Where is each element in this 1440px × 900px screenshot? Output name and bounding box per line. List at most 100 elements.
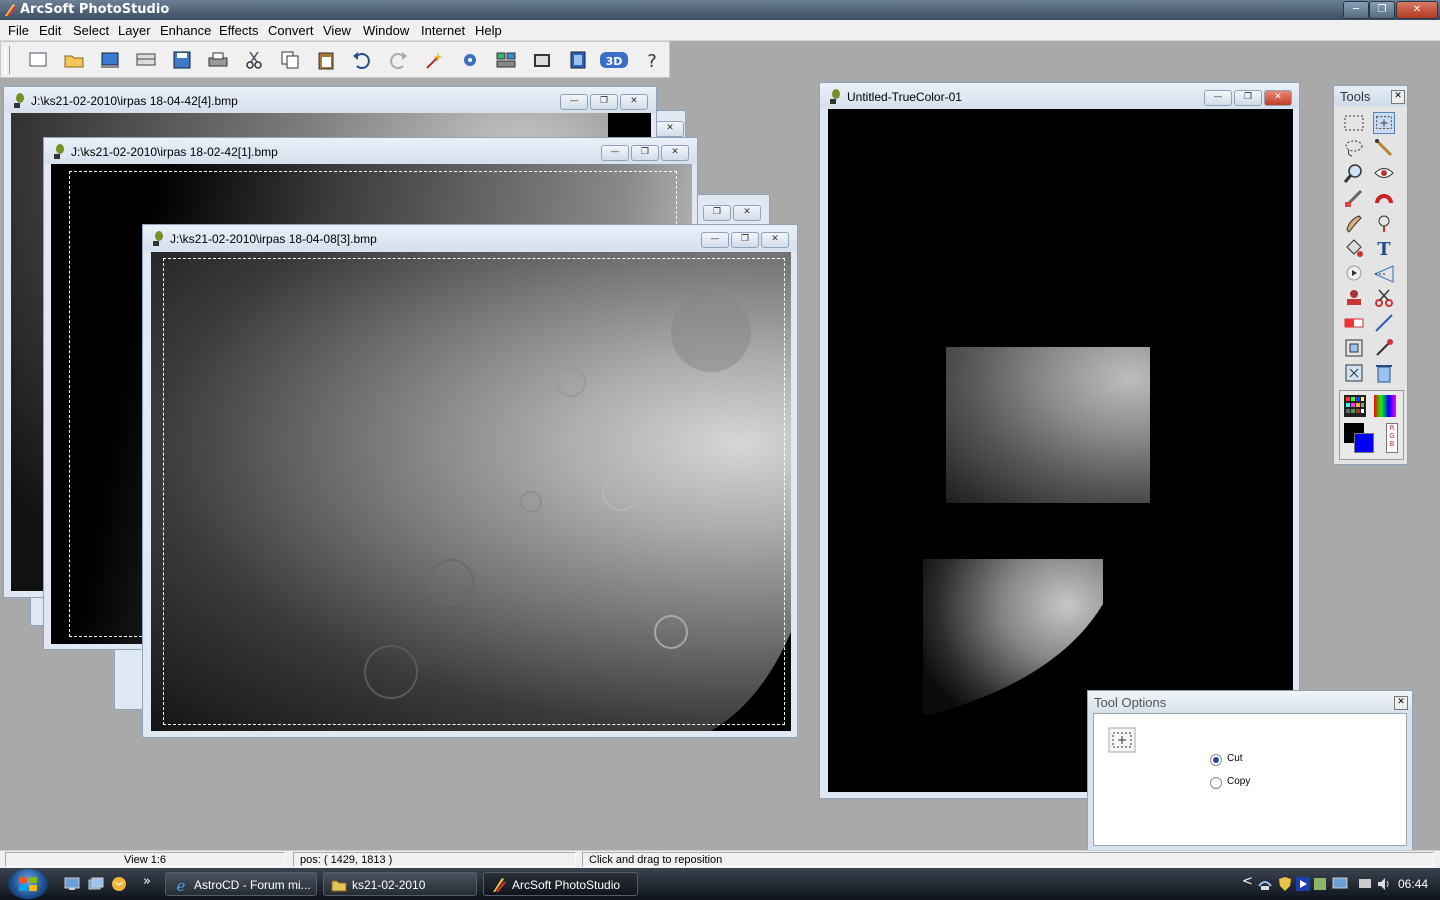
restore-button[interactable]: ❐ bbox=[590, 94, 618, 110]
doc-window-title-bar[interactable]: J:\ks21-02-2010\irpas 18-02-42[1].bmp — … bbox=[44, 138, 697, 164]
stamp-icon[interactable] bbox=[1343, 287, 1365, 309]
doc-window-title-bar[interactable]: J:\ks21-02-2010\irpas 18-04-08[3].bmp — … bbox=[143, 225, 797, 251]
toolbar-grip[interactable] bbox=[5, 46, 10, 74]
copy-icon[interactable] bbox=[279, 50, 301, 70]
close-button[interactable]: ✕ bbox=[761, 232, 789, 248]
magnet-icon[interactable] bbox=[1373, 187, 1395, 209]
transform-icon[interactable] bbox=[1343, 337, 1365, 359]
background-color-swatch[interactable] bbox=[1354, 433, 1374, 453]
minimize-button[interactable]: — bbox=[601, 145, 629, 161]
rect-select-icon[interactable] bbox=[1343, 112, 1365, 134]
menu-internet[interactable]: Internet bbox=[421, 23, 465, 38]
restore-button[interactable]: ❐ bbox=[703, 205, 731, 221]
scissors-icon[interactable] bbox=[1373, 287, 1395, 309]
line-icon[interactable] bbox=[1373, 312, 1395, 334]
red-eye-icon[interactable] bbox=[1373, 162, 1395, 184]
remove-red-eye-icon[interactable] bbox=[459, 50, 481, 70]
menu-file[interactable]: File bbox=[8, 23, 29, 38]
bucket-icon[interactable] bbox=[1343, 237, 1365, 259]
close-button[interactable]: ✕ bbox=[656, 121, 684, 137]
wand-pen-icon[interactable] bbox=[1373, 137, 1395, 159]
help-icon[interactable]: ? bbox=[641, 50, 663, 70]
close-button[interactable]: ✕ bbox=[733, 205, 761, 221]
doc-window-3[interactable]: J:\ks21-02-2010\irpas 18-04-08[3].bmp — … bbox=[142, 224, 798, 738]
compare-icon[interactable] bbox=[495, 50, 517, 70]
show-desktop-icon[interactable] bbox=[64, 877, 80, 891]
trash-icon[interactable] bbox=[1373, 362, 1395, 384]
pasted-moon-layer-2[interactable] bbox=[908, 559, 1108, 719]
3d-icon[interactable]: 3D bbox=[599, 50, 629, 70]
new-file-icon[interactable] bbox=[27, 50, 49, 70]
brush-icon[interactable] bbox=[1343, 187, 1365, 209]
pasted-moon-layer-1[interactable] bbox=[946, 347, 1150, 503]
gradient-icon[interactable] bbox=[1373, 262, 1395, 284]
shape-icon[interactable] bbox=[1343, 262, 1365, 284]
color-grid-icon[interactable] bbox=[1344, 395, 1366, 417]
switch-windows-icon[interactable] bbox=[88, 877, 104, 891]
menu-select[interactable]: Select bbox=[73, 23, 109, 38]
eraser-icon[interactable] bbox=[1343, 312, 1365, 334]
minimize-button[interactable]: — bbox=[560, 94, 588, 110]
tray-chevron[interactable]: < bbox=[1242, 874, 1253, 889]
move-select-icon[interactable] bbox=[1373, 112, 1395, 134]
lasso-icon[interactable] bbox=[1343, 137, 1365, 159]
cut-radio[interactable] bbox=[1210, 754, 1222, 766]
rgb-mode-button[interactable]: RGB bbox=[1386, 423, 1398, 453]
print-icon[interactable] bbox=[207, 50, 229, 70]
selection-marquee[interactable] bbox=[163, 258, 785, 725]
menu-layer[interactable]: Layer bbox=[118, 23, 151, 38]
restore-button[interactable]: ❐ bbox=[1369, 1, 1395, 19]
menu-edit[interactable]: Edit bbox=[39, 23, 61, 38]
tools-panel-header[interactable]: Tools ✕ bbox=[1334, 86, 1407, 106]
text-icon[interactable]: T bbox=[1373, 237, 1395, 259]
save-icon[interactable] bbox=[171, 50, 193, 70]
crop-icon[interactable] bbox=[1343, 362, 1365, 384]
menu-convert[interactable]: Convert bbox=[268, 23, 314, 38]
tray-monitor-icon[interactable] bbox=[1332, 876, 1348, 892]
media-player-icon[interactable] bbox=[1296, 876, 1310, 892]
undo-icon[interactable] bbox=[351, 50, 373, 70]
close-button[interactable]: ✕ bbox=[661, 145, 689, 161]
doc-window-title-bar[interactable]: Untitled-TrueColor-01 — ❐ ✕ bbox=[820, 83, 1299, 109]
open-folder-icon[interactable] bbox=[63, 50, 85, 70]
tray-app-icon[interactable] bbox=[1313, 876, 1327, 892]
menu-help[interactable]: Help bbox=[475, 23, 502, 38]
menu-window[interactable]: Window bbox=[363, 23, 409, 38]
color-spectrum-icon[interactable] bbox=[1374, 395, 1396, 417]
task-button-folder[interactable]: ks21-02-2010 bbox=[323, 872, 477, 896]
restore-button[interactable]: ❐ bbox=[631, 145, 659, 161]
paste-icon[interactable] bbox=[315, 50, 337, 70]
copy-radio[interactable] bbox=[1210, 777, 1222, 789]
calendar-icon[interactable] bbox=[567, 50, 589, 70]
task-button-browser[interactable]: e AstroCD - Forum mi... bbox=[165, 872, 317, 896]
network-icon[interactable] bbox=[1258, 877, 1272, 891]
close-button[interactable]: ✕ bbox=[620, 94, 648, 110]
shield-icon[interactable] bbox=[1278, 876, 1292, 892]
cut-icon[interactable] bbox=[243, 50, 265, 70]
close-icon[interactable]: ✕ bbox=[1394, 696, 1408, 710]
scan-icon[interactable] bbox=[135, 50, 157, 70]
restore-button[interactable]: ❐ bbox=[731, 232, 759, 248]
quick-launch-chevron[interactable]: » bbox=[143, 874, 151, 889]
restore-button[interactable]: ❐ bbox=[1234, 90, 1262, 106]
redo-icon[interactable] bbox=[387, 50, 409, 70]
smudge-icon[interactable] bbox=[1343, 212, 1365, 234]
task-button-photostudio[interactable]: ArcSoft PhotoStudio bbox=[483, 872, 638, 896]
zoom-icon[interactable] bbox=[1343, 162, 1365, 184]
clock[interactable]: 06:44 bbox=[1398, 877, 1428, 891]
menu-effects[interactable]: Effects bbox=[219, 23, 259, 38]
magic-wand-icon[interactable] bbox=[423, 50, 445, 70]
minimize-button[interactable]: — bbox=[701, 232, 729, 248]
acquire-icon[interactable] bbox=[99, 50, 121, 70]
minimize-button[interactable]: ─ bbox=[1343, 1, 1369, 19]
close-button[interactable]: ✕ bbox=[1264, 90, 1292, 106]
email-icon[interactable] bbox=[111, 876, 127, 892]
slideshow-icon[interactable] bbox=[531, 50, 553, 70]
start-button[interactable] bbox=[8, 869, 48, 899]
close-icon[interactable]: ✕ bbox=[1391, 90, 1405, 104]
menu-enhance[interactable]: Enhance bbox=[160, 23, 211, 38]
close-button[interactable]: ✕ bbox=[1396, 1, 1438, 19]
doc-window-title-bar[interactable]: J:\ks21-02-2010\irpas 18-04-42[4].bmp — … bbox=[4, 87, 656, 113]
minimize-button[interactable]: — bbox=[1204, 90, 1232, 106]
volume-icon[interactable] bbox=[1376, 876, 1392, 892]
